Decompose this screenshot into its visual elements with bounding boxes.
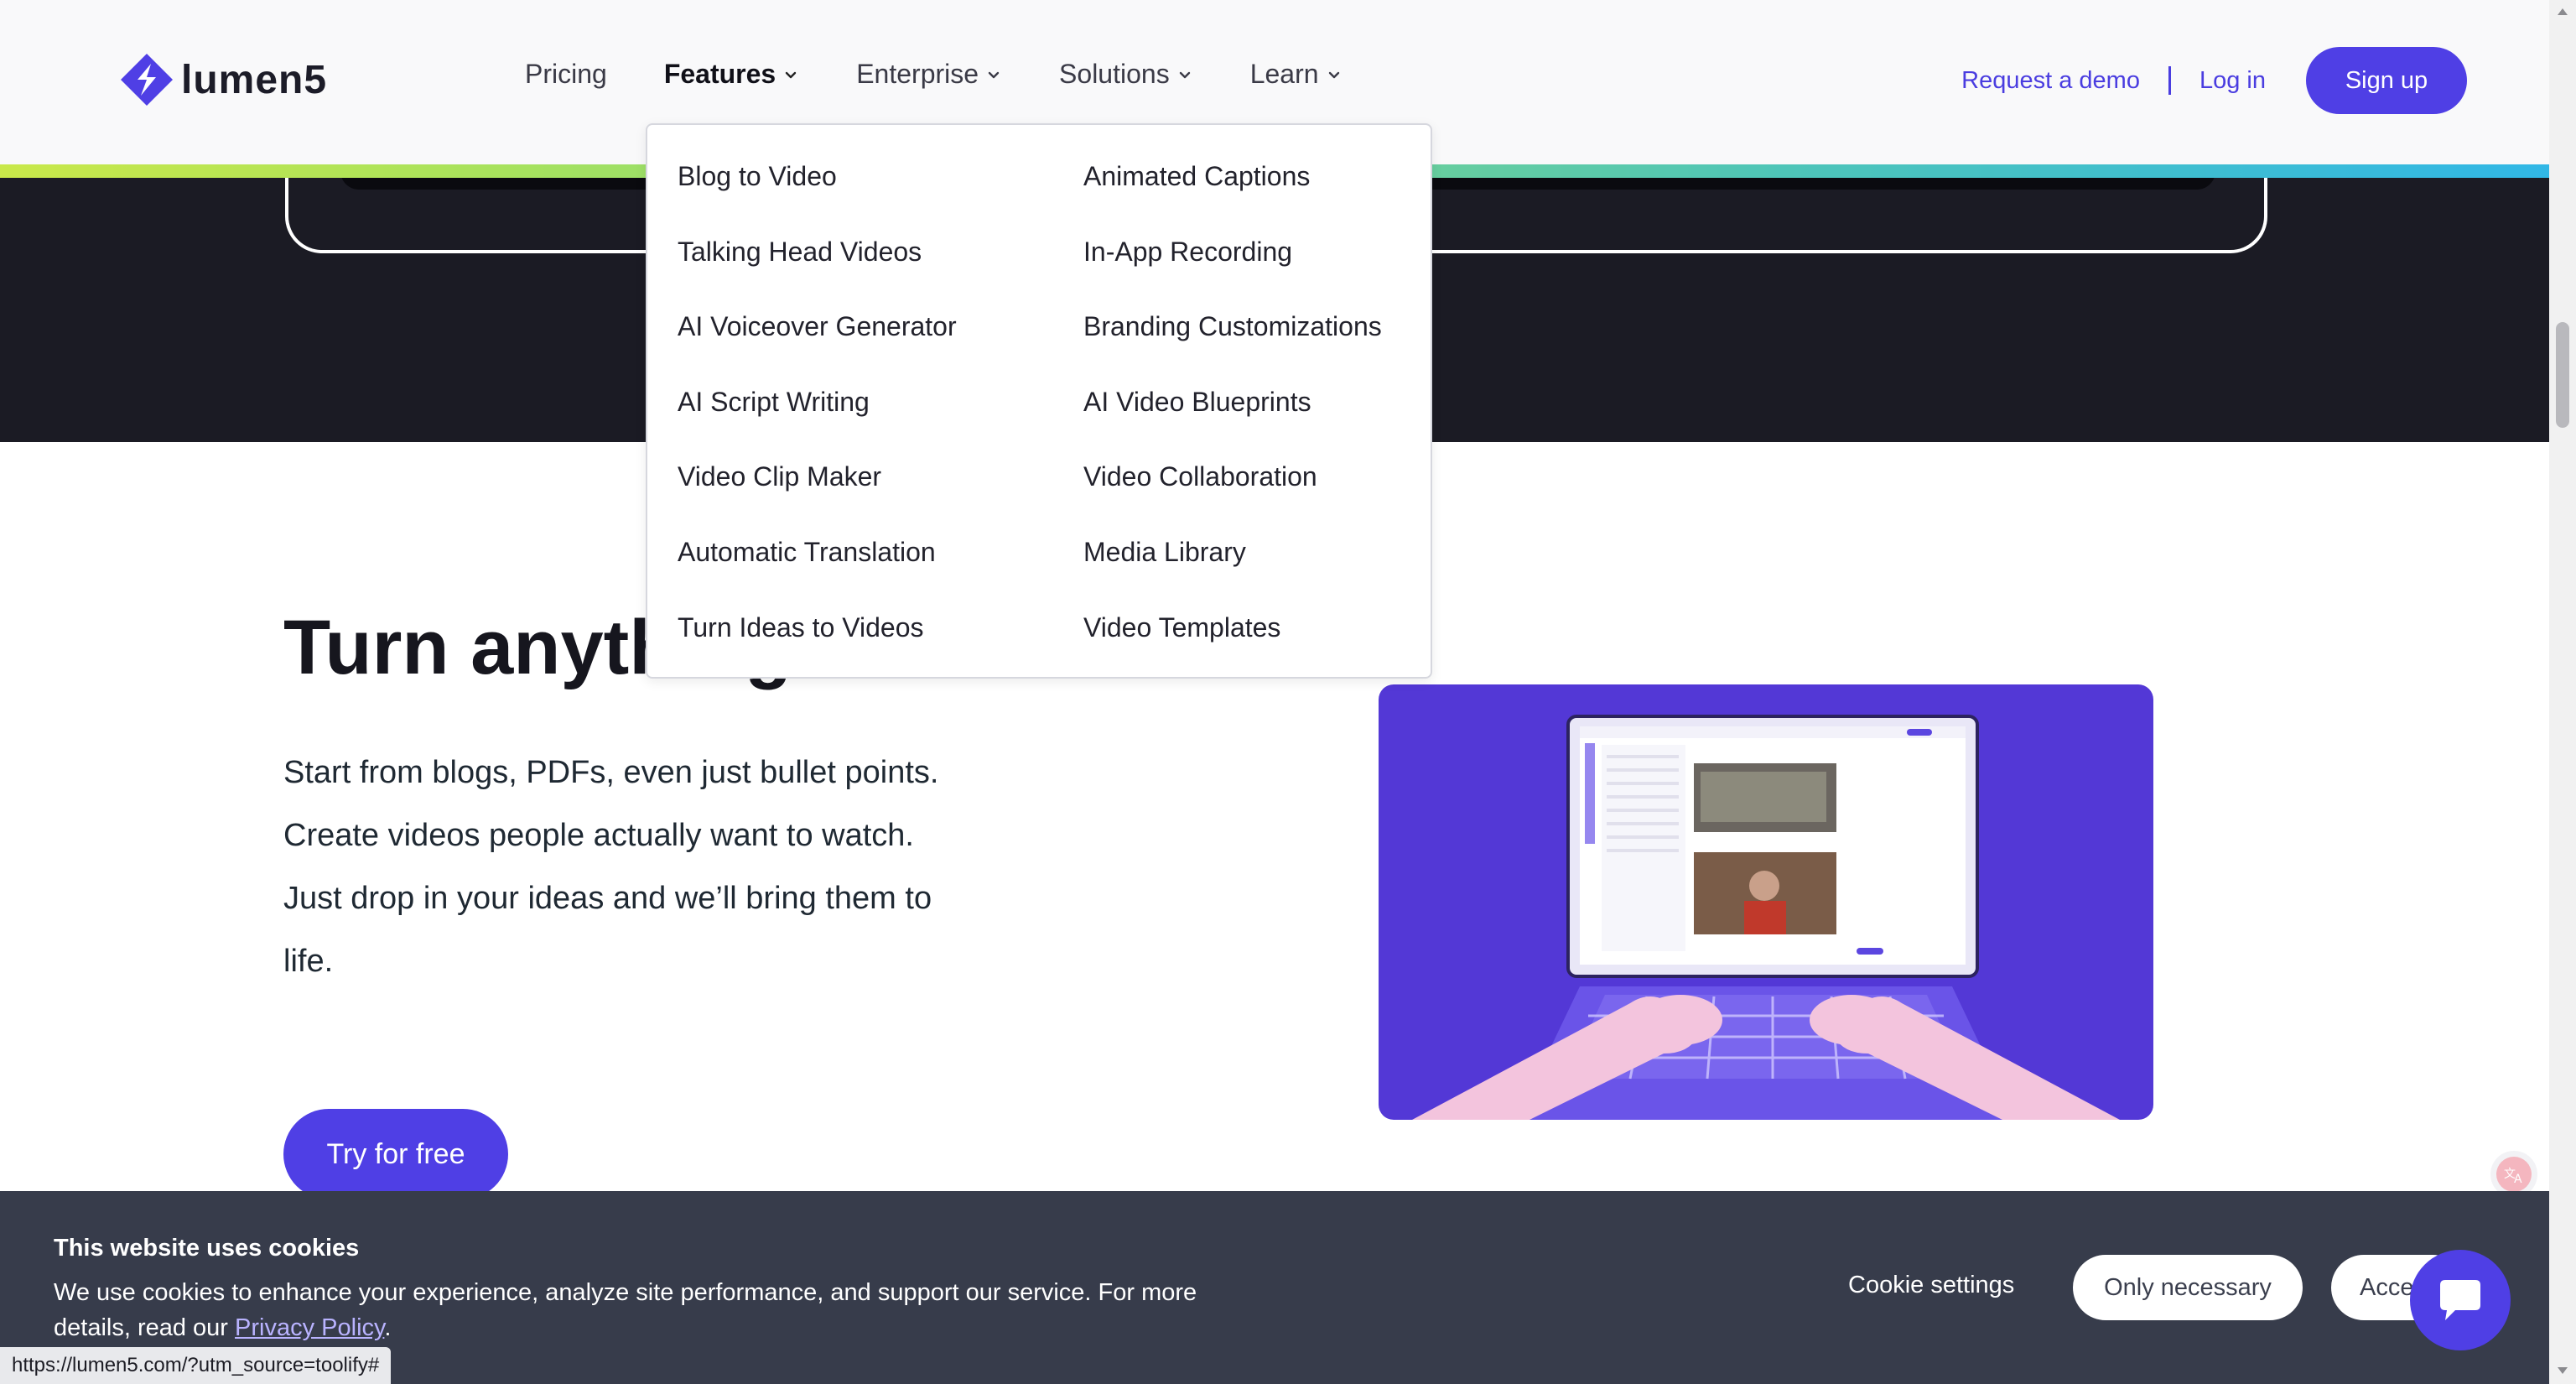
nav-learn-label: Learn bbox=[1249, 59, 1319, 89]
scroll-down-icon[interactable] bbox=[2557, 1366, 2568, 1376]
svg-text:A: A bbox=[2514, 1173, 2522, 1186]
chevron-down-icon bbox=[988, 71, 1000, 78]
privacy-policy-link[interactable]: Privacy Policy bbox=[235, 1314, 384, 1341]
nav-features-label: Features bbox=[663, 59, 776, 89]
nav-features[interactable]: Features bbox=[664, 59, 799, 90]
laptop-illustration bbox=[1412, 715, 2120, 1120]
chat-bubble-icon bbox=[2440, 1280, 2480, 1320]
cookie-message: We use cookies to enhance your experienc… bbox=[54, 1279, 1197, 1341]
menu-item-ai-voiceover-generator[interactable]: AI Voiceover Generator bbox=[678, 312, 957, 388]
cookie-period: . bbox=[384, 1314, 392, 1341]
chat-button[interactable] bbox=[2410, 1250, 2511, 1350]
chevron-down-icon bbox=[786, 71, 797, 78]
nav-pricing[interactable]: Pricing bbox=[525, 59, 607, 90]
page: lumen5 Pricing Features Enterprise Solut… bbox=[0, 0, 2576, 1384]
menu-item-branding-customizations[interactable]: Branding Customizations bbox=[1083, 312, 1382, 388]
nav-learn[interactable]: Learn bbox=[1250, 59, 1343, 90]
try-for-free-button[interactable]: Try for free bbox=[283, 1109, 508, 1199]
scrollbar-thumb[interactable] bbox=[2556, 322, 2569, 428]
page-scrollbar[interactable] bbox=[2549, 0, 2576, 1384]
menu-item-ai-script-writing[interactable]: AI Script Writing bbox=[678, 388, 957, 463]
header-divider bbox=[2168, 66, 2171, 95]
cookie-text: We use cookies to enhance your experienc… bbox=[54, 1275, 1228, 1345]
menu-item-video-collaboration[interactable]: Video Collaboration bbox=[1083, 462, 1382, 538]
scroll-up-icon[interactable] bbox=[2557, 7, 2568, 17]
status-bar-url: https://lumen5.com/?utm_source=toolify# bbox=[0, 1347, 392, 1384]
lumen5-logo-icon bbox=[121, 54, 173, 106]
nav-enterprise[interactable]: Enterprise bbox=[856, 59, 1002, 90]
login-link[interactable]: Log in bbox=[2199, 67, 2266, 95]
cookie-title: This website uses cookies bbox=[54, 1235, 360, 1262]
features-column-2: Animated Captions In-App Recording Brand… bbox=[1083, 162, 1382, 688]
logo[interactable]: lumen5 bbox=[119, 52, 327, 107]
request-demo-link[interactable]: Request a demo bbox=[1961, 67, 2140, 95]
menu-item-ai-video-blueprints[interactable]: AI Video Blueprints bbox=[1083, 388, 1382, 463]
menu-item-talking-head-videos[interactable]: Talking Head Videos bbox=[678, 237, 957, 313]
nav-enterprise-label: Enterprise bbox=[856, 59, 979, 89]
chevron-down-icon bbox=[1328, 71, 1339, 78]
logo-text: lumen5 bbox=[181, 57, 328, 102]
menu-item-video-templates[interactable]: Video Templates bbox=[1083, 613, 1382, 689]
hero-description-text: Start from blogs, PDFs, even just bullet… bbox=[283, 755, 939, 979]
nav-solutions[interactable]: Solutions bbox=[1059, 59, 1193, 90]
menu-item-video-clip-maker[interactable]: Video Clip Maker bbox=[678, 462, 957, 538]
menu-item-turn-ideas-to-videos[interactable]: Turn Ideas to Videos bbox=[678, 613, 957, 689]
hero-description: Start from blogs, PDFs, even just bullet… bbox=[283, 741, 979, 993]
chevron-down-icon bbox=[1179, 71, 1190, 78]
nav-pricing-label: Pricing bbox=[525, 59, 607, 89]
cookie-settings-button[interactable]: Cookie settings bbox=[1848, 1272, 2014, 1299]
menu-item-blog-to-video[interactable]: Blog to Video bbox=[678, 162, 957, 237]
menu-item-in-app-recording[interactable]: In-App Recording bbox=[1083, 237, 1382, 313]
translate-icon: 文 A bbox=[2496, 1157, 2532, 1192]
features-dropdown: Blog to Video Talking Head Videos AI Voi… bbox=[646, 123, 1432, 679]
menu-item-media-library[interactable]: Media Library bbox=[1083, 538, 1382, 613]
nav-solutions-label: Solutions bbox=[1059, 59, 1170, 89]
only-necessary-button[interactable]: Only necessary bbox=[2073, 1255, 2303, 1320]
signup-button[interactable]: Sign up bbox=[2306, 47, 2467, 114]
hero-illustration bbox=[1379, 684, 2153, 1120]
main-nav: Pricing Features Enterprise Solutions Le… bbox=[525, 59, 1400, 90]
features-column-1: Blog to Video Talking Head Videos AI Voi… bbox=[678, 162, 957, 688]
menu-item-automatic-translation[interactable]: Automatic Translation bbox=[678, 538, 957, 613]
menu-item-animated-captions[interactable]: Animated Captions bbox=[1083, 162, 1382, 237]
header-actions: Request a demo Log in Sign up bbox=[1961, 47, 2467, 114]
